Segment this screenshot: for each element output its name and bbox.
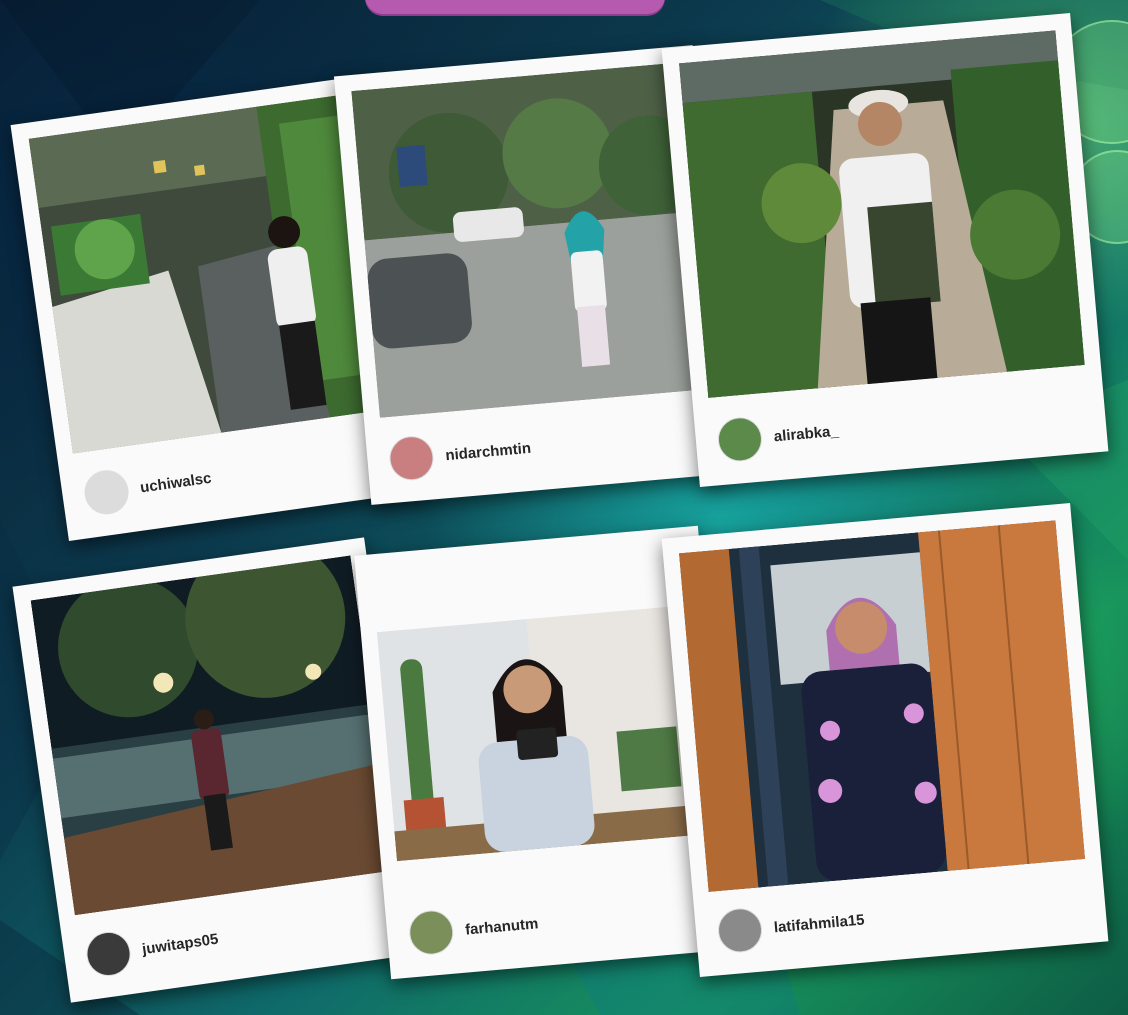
username[interactable]: juwitaps05	[141, 930, 219, 958]
avatar[interactable]	[83, 929, 134, 979]
photo-card-3[interactable]: alirabka_	[661, 12, 1109, 488]
person-figure	[839, 89, 941, 389]
username[interactable]: nidarchmtin	[445, 439, 532, 463]
post-photo	[351, 62, 707, 418]
username[interactable]: alirabka_	[773, 422, 839, 445]
post-photo	[678, 520, 1086, 892]
avatar[interactable]	[407, 908, 456, 957]
post-photo	[376, 604, 709, 862]
person-figure	[478, 659, 595, 852]
username[interactable]: uchiwalsc	[139, 469, 212, 496]
top-accent-shape	[365, 0, 665, 14]
avatar[interactable]	[387, 434, 436, 483]
username[interactable]: farhanutm	[464, 915, 539, 938]
photo-card-6[interactable]: latifahmila15	[661, 502, 1109, 978]
avatar[interactable]	[81, 467, 132, 518]
post-photo	[30, 555, 395, 916]
person-figure	[801, 597, 946, 881]
username[interactable]: latifahmila15	[773, 911, 865, 936]
avatar[interactable]	[716, 906, 764, 955]
post-photo	[678, 30, 1085, 398]
avatar[interactable]	[716, 415, 764, 464]
